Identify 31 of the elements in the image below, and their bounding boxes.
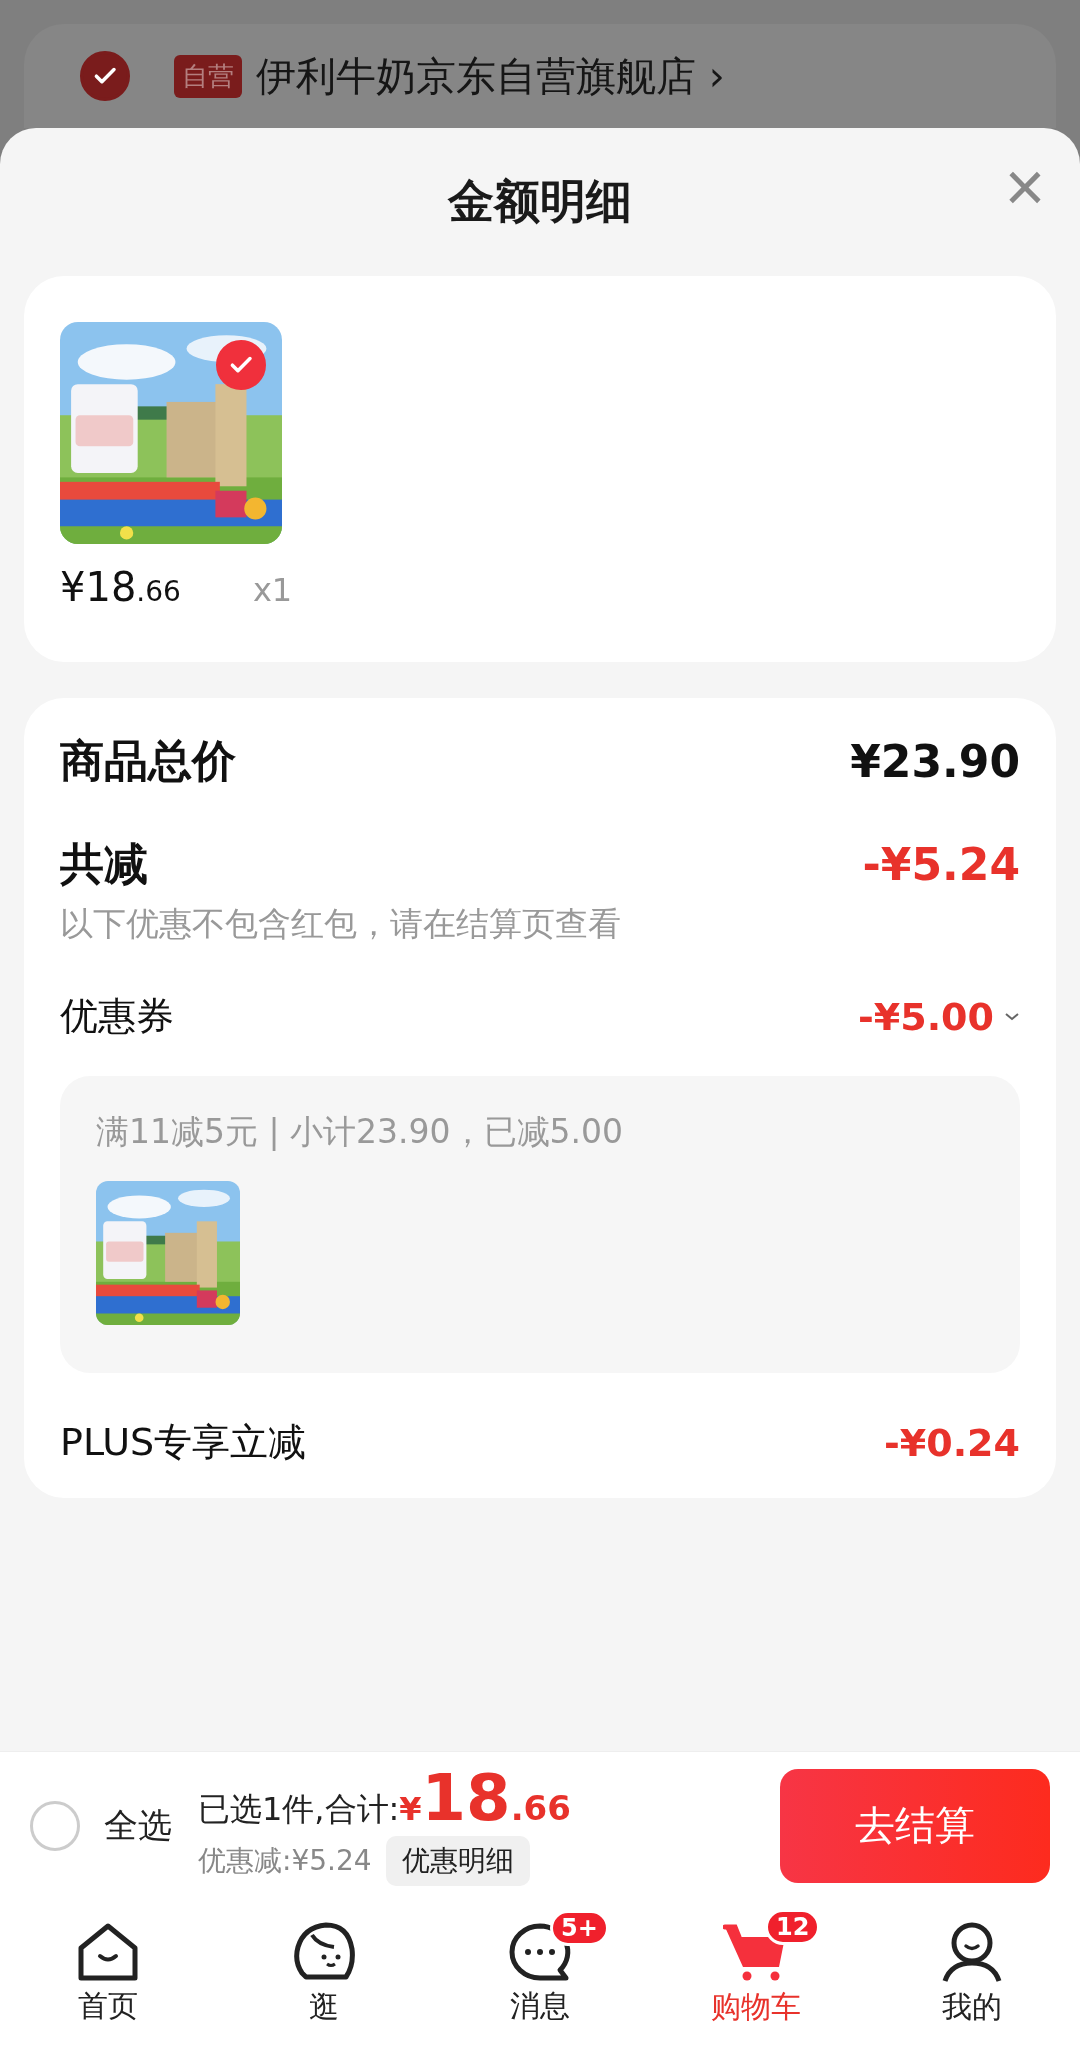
coupon-detail: 满11减5元 | 小计23.90，已减5.00: [96, 1111, 625, 1153]
tab[interactable]: 首页: [0, 1899, 216, 2049]
total-price: ¥18.66: [399, 1765, 571, 1830]
row-value: -¥0.24: [884, 1420, 1020, 1465]
face-icon: [292, 1920, 356, 1983]
item-price: ¥18.66: [60, 564, 181, 610]
row-label: 优惠券: [60, 993, 174, 1040]
discount-note: 以下优惠不包含红包，请在结算页查看: [60, 903, 622, 945]
row-label: PLUS专享立减: [60, 1419, 307, 1466]
discount-text: 优惠减:¥5.24: [198, 1842, 372, 1879]
tab[interactable]: 5+ 消息: [432, 1899, 648, 2049]
item-quantity: x1: [252, 571, 293, 609]
tab[interactable]: 我的: [864, 1899, 1080, 2049]
tab[interactable]: 逛: [216, 1899, 432, 2049]
row-value: -¥5.00: [858, 994, 994, 1039]
row-value: -¥5.24: [862, 839, 1020, 890]
row-label: 共减: [60, 837, 148, 891]
checkout-button[interactable]: 去结算: [780, 1768, 1050, 1883]
tab[interactable]: 12 购物车: [648, 1899, 864, 2049]
store-name[interactable]: 伊利牛奶京东自营旗舰店 ›: [256, 52, 725, 100]
row-value: ¥23.90: [850, 736, 1020, 787]
sheet-title: 金额明细: [448, 173, 632, 230]
select-all-label[interactable]: 全选: [104, 1802, 172, 1849]
selected-summary: 已选1件,合计:: [198, 1788, 400, 1830]
person-icon: [941, 1920, 1003, 1983]
row-label: 商品总价: [60, 734, 236, 788]
checkbox[interactable]: [80, 51, 130, 101]
discount-detail-button[interactable]: 优惠明细: [385, 1835, 530, 1886]
chevron-icon[interactable]: [1004, 1011, 1020, 1022]
store-tag: 自营: [174, 54, 242, 98]
house-icon: [77, 1921, 139, 1982]
